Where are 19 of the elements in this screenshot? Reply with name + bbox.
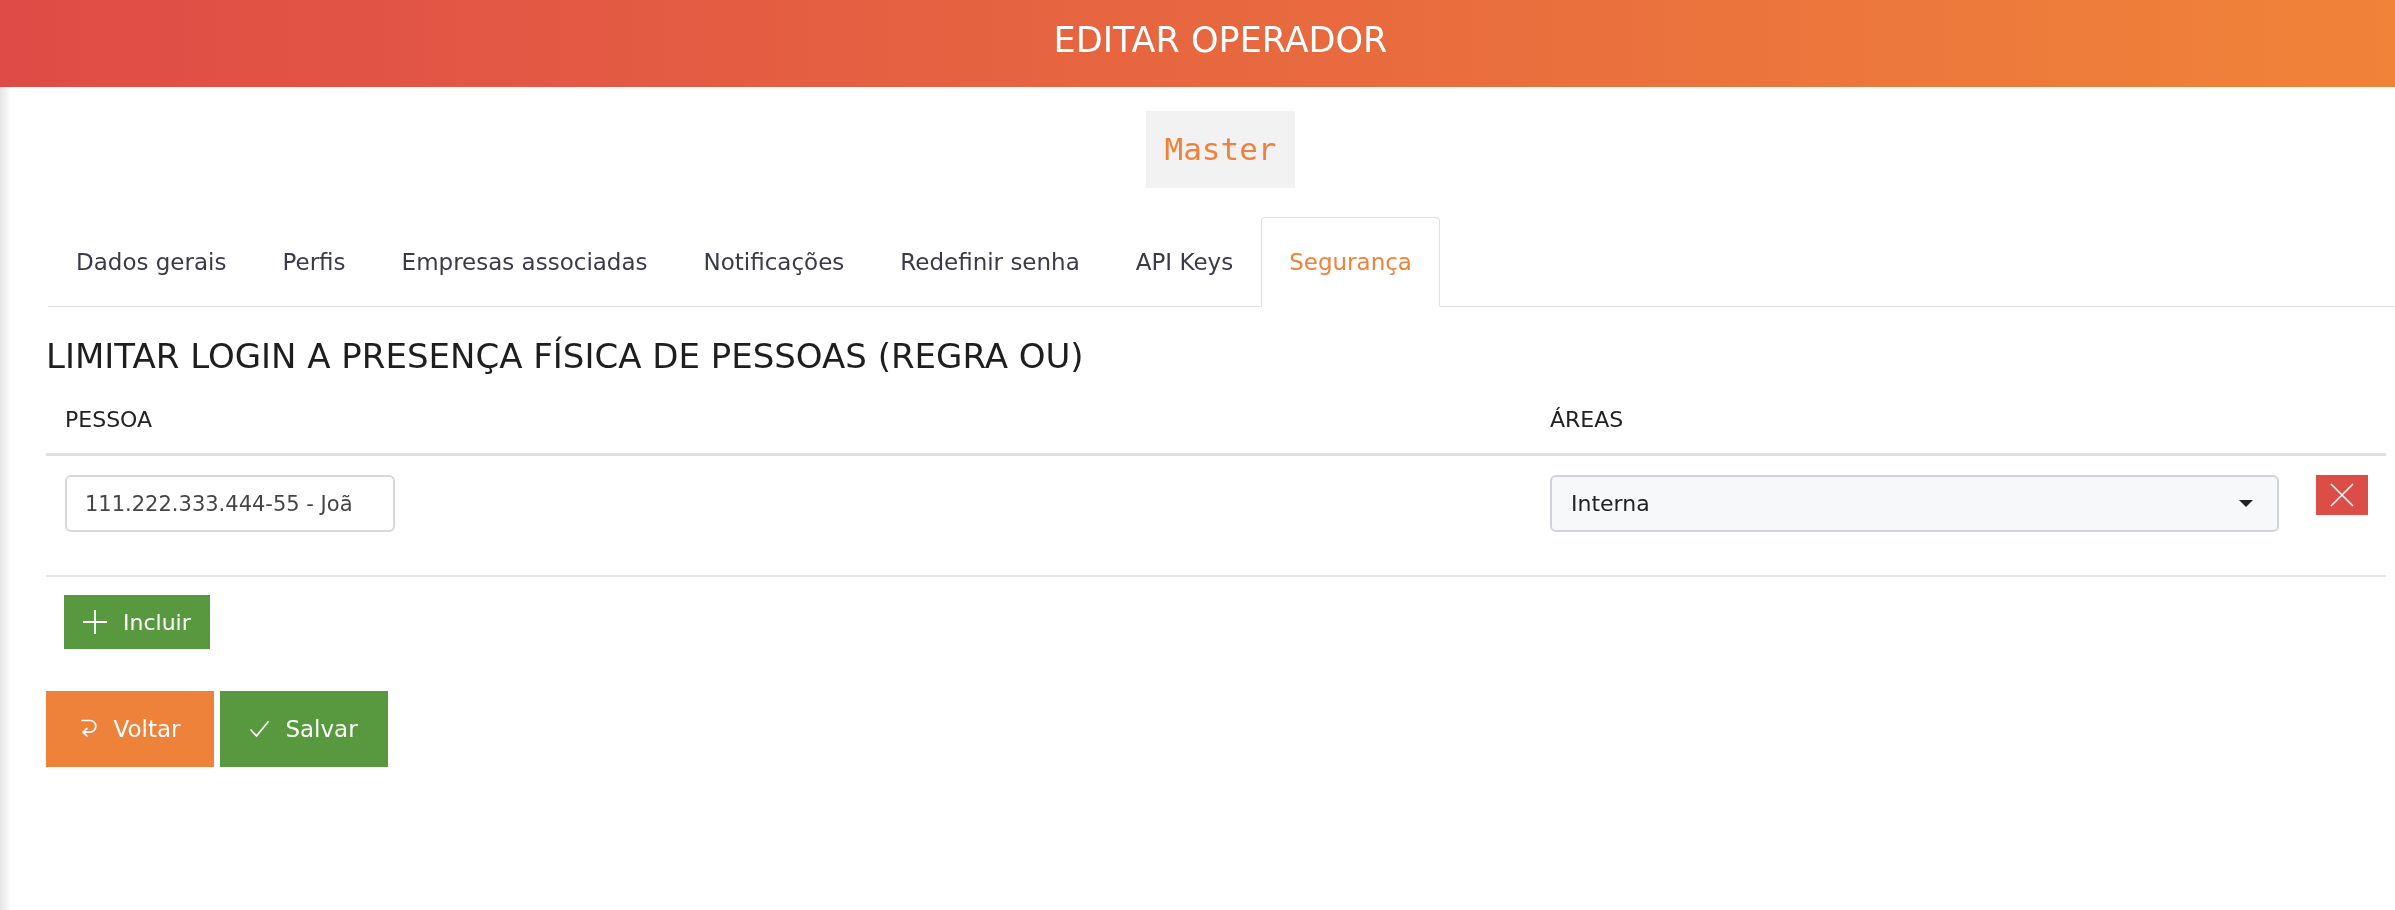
check-icon xyxy=(250,721,270,737)
tab[interactable]: Dados gerais xyxy=(48,217,255,307)
tab[interactable]: Notificações xyxy=(675,217,873,307)
page-title: EDITAR OPERADOR xyxy=(1053,18,1388,61)
person-input[interactable]: 111.222.333.444-55 - Joã xyxy=(65,475,395,532)
tab[interactable]: API Keys xyxy=(1107,217,1262,307)
close-icon xyxy=(2330,483,2354,507)
tab[interactable]: Redefinir senha xyxy=(872,217,1108,307)
section-title: LIMITAR LOGIN A PRESENÇA FÍSICA DE PESSOAS (REGRA OU) xyxy=(46,336,1085,377)
remove-row-button[interactable] xyxy=(2316,475,2368,515)
curved-arrow-icon xyxy=(79,719,98,739)
tab[interactable]: Empresas associadas xyxy=(373,217,676,307)
caret-down-icon xyxy=(2239,500,2253,507)
profile-name-badge: Master xyxy=(1145,111,1296,188)
area-select[interactable]: Interna xyxy=(1550,475,2279,532)
plus-icon xyxy=(83,610,107,634)
column-header: ÁREAS xyxy=(1550,407,1624,432)
column-header: PESSOA xyxy=(65,407,153,432)
tab[interactable]: Perfis xyxy=(254,217,374,307)
